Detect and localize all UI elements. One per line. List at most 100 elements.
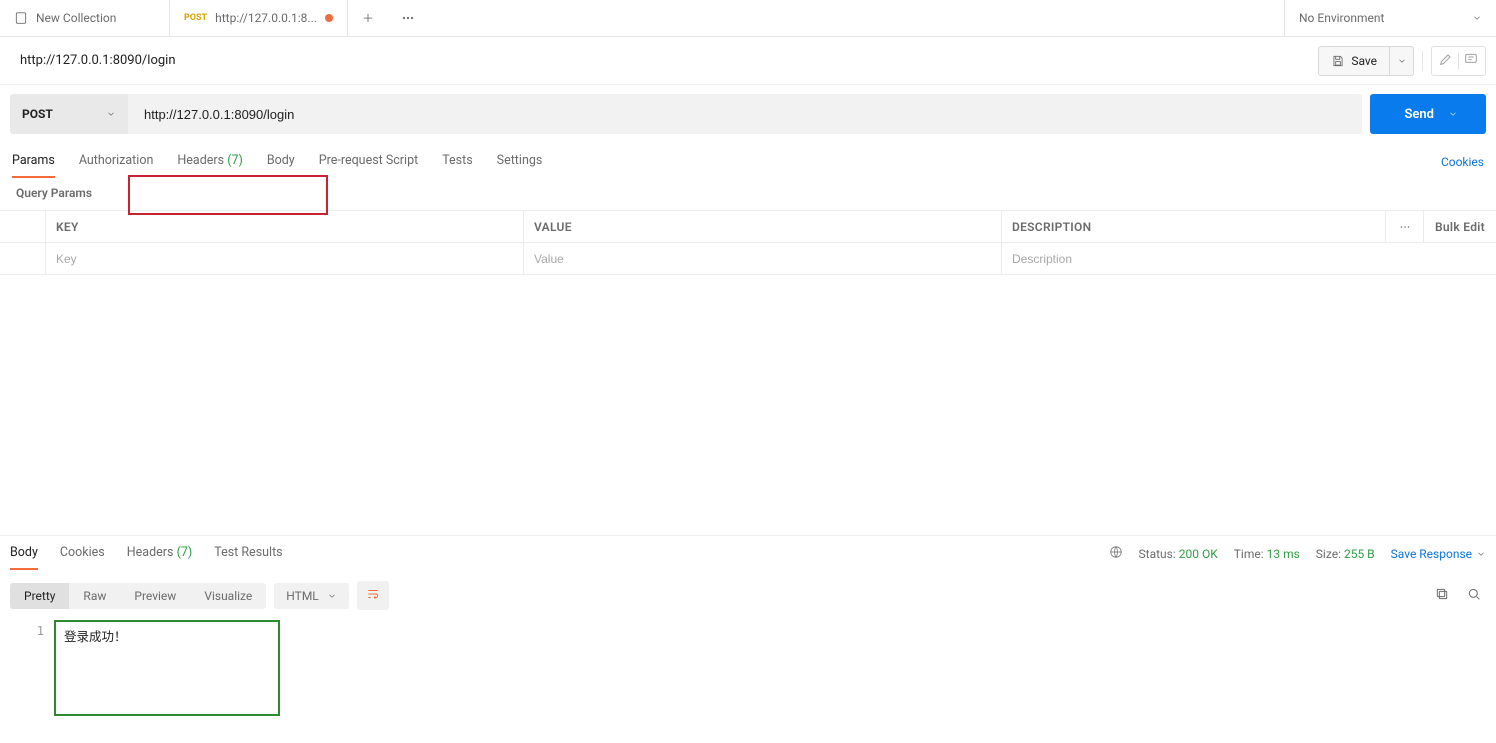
size-label: Size: xyxy=(1316,547,1341,561)
file-icon xyxy=(14,11,28,25)
param-value-input[interactable] xyxy=(534,252,991,266)
subtab-body[interactable]: Body xyxy=(267,145,295,178)
cookies-link[interactable]: Cookies xyxy=(1441,155,1484,169)
param-description-input[interactable] xyxy=(1012,252,1486,266)
url-row: POST Send xyxy=(0,85,1496,143)
response-meta: Status: 200 OK Time: 13 ms Size: 255 B S… xyxy=(1109,545,1486,562)
save-button[interactable]: Save xyxy=(1318,46,1390,76)
params-header-options[interactable] xyxy=(1386,211,1424,242)
tab-request-label: http://127.0.0.1:8... xyxy=(215,11,317,25)
params-table: KEY VALUE DESCRIPTION Bulk Edit xyxy=(0,210,1496,275)
request-name: http://127.0.0.1:8090/login xyxy=(20,53,176,68)
tab-add-button[interactable] xyxy=(348,0,388,36)
more-icon xyxy=(1398,220,1412,234)
copy-button[interactable] xyxy=(1430,582,1454,609)
response-body: 1 登录成功！ xyxy=(0,620,1496,726)
send-label: Send xyxy=(1404,107,1434,122)
view-visualize[interactable]: Visualize xyxy=(190,583,266,609)
time-label: Time: xyxy=(1234,547,1264,561)
save-response-button[interactable]: Save Response xyxy=(1391,547,1486,561)
line-number: 1 xyxy=(10,624,44,638)
params-header-key: KEY xyxy=(46,211,524,242)
response-tabs: Body Cookies Headers (7) Test Results St… xyxy=(0,535,1496,571)
method-value: POST xyxy=(22,107,53,121)
separator xyxy=(1458,53,1459,69)
resptab-headers[interactable]: Headers (7) xyxy=(127,537,192,570)
view-segment: Pretty Raw Preview Visualize xyxy=(10,583,266,609)
subtab-authorization[interactable]: Authorization xyxy=(79,145,154,178)
params-header-value: VALUE xyxy=(524,211,1002,242)
network-icon[interactable] xyxy=(1109,545,1123,562)
subtab-params[interactable]: Params xyxy=(12,145,55,178)
params-header-description: DESCRIPTION xyxy=(1002,211,1386,242)
save-options-button[interactable] xyxy=(1390,46,1414,76)
copy-icon xyxy=(1434,586,1450,602)
subtab-settings[interactable]: Settings xyxy=(497,145,543,178)
save-response-label: Save Response xyxy=(1391,547,1472,561)
size-group: Size: 255 B xyxy=(1316,547,1375,561)
chevron-down-icon xyxy=(1472,13,1482,23)
separator xyxy=(1422,51,1423,71)
view-raw[interactable]: Raw xyxy=(69,583,120,609)
language-select[interactable]: HTML xyxy=(274,583,349,609)
edit-group xyxy=(1431,46,1486,76)
response-line-1: 登录成功！ xyxy=(64,626,270,645)
language-value: HTML xyxy=(286,589,319,603)
time-group: Time: 13 ms xyxy=(1234,547,1300,561)
subtab-prerequest[interactable]: Pre-request Script xyxy=(319,145,418,178)
param-key-input[interactable] xyxy=(56,252,513,266)
query-params-heading: Query Params xyxy=(0,180,1496,210)
tab-collection[interactable]: New Collection xyxy=(0,0,170,36)
edit-button[interactable] xyxy=(1438,51,1454,70)
tab-method-badge: POST xyxy=(184,13,207,23)
save-label: Save xyxy=(1351,54,1377,68)
environment-picker[interactable]: No Environment xyxy=(1284,0,1496,36)
params-new-row xyxy=(0,243,1496,275)
method-select[interactable]: POST xyxy=(10,94,128,134)
response-toolbar: Pretty Raw Preview Visualize HTML xyxy=(0,571,1496,620)
pencil-icon xyxy=(1438,51,1454,67)
params-header-row: KEY VALUE DESCRIPTION Bulk Edit xyxy=(0,211,1496,243)
save-icon xyxy=(1331,54,1345,68)
resptab-headers-count: (7) xyxy=(177,545,193,560)
search-button[interactable] xyxy=(1462,582,1486,609)
line-gutter: 1 xyxy=(10,620,54,716)
response-code[interactable]: 登录成功！ xyxy=(54,620,280,716)
size-value: 255 B xyxy=(1344,547,1375,561)
resptab-headers-label: Headers xyxy=(127,545,174,560)
status-label: Status: xyxy=(1139,547,1176,561)
wrap-lines-button[interactable] xyxy=(357,581,389,610)
chevron-down-icon xyxy=(1476,549,1486,559)
params-row-handle[interactable] xyxy=(0,243,46,274)
params-header-handle xyxy=(0,211,46,242)
resptab-cookies[interactable]: Cookies xyxy=(60,537,105,570)
tab-overflow-button[interactable] xyxy=(388,0,428,36)
chevron-down-icon xyxy=(1397,56,1407,66)
subtab-headers[interactable]: Headers (7) xyxy=(177,145,242,178)
chevron-down-icon xyxy=(1448,109,1458,119)
comment-icon xyxy=(1463,51,1479,67)
time-value: 13 ms xyxy=(1267,547,1300,561)
titlebar: http://127.0.0.1:8090/login Save xyxy=(0,37,1496,85)
status-group: Status: 200 OK xyxy=(1139,547,1218,561)
view-pretty[interactable]: Pretty xyxy=(10,583,69,609)
wrap-icon xyxy=(365,587,381,601)
request-empty-space xyxy=(0,275,1496,535)
tab-collection-label: New Collection xyxy=(36,11,116,25)
view-preview[interactable]: Preview xyxy=(120,583,190,609)
resptab-testresults[interactable]: Test Results xyxy=(214,537,282,570)
resptab-body[interactable]: Body xyxy=(10,537,38,570)
tabstrip: New Collection POST http://127.0.0.1:8..… xyxy=(0,0,1496,37)
chevron-down-icon xyxy=(327,591,337,601)
status-value: 200 OK xyxy=(1179,547,1218,561)
subtab-tests[interactable]: Tests xyxy=(442,145,472,178)
comment-button[interactable] xyxy=(1463,51,1479,70)
subtab-headers-count: (7) xyxy=(227,153,243,168)
send-button[interactable]: Send xyxy=(1370,94,1486,134)
url-input[interactable] xyxy=(144,107,1346,122)
tab-request[interactable]: POST http://127.0.0.1:8... xyxy=(170,0,348,36)
search-icon xyxy=(1466,586,1482,602)
chevron-down-icon xyxy=(106,109,116,119)
bulk-edit-button[interactable]: Bulk Edit xyxy=(1424,211,1496,242)
request-subtabs: Params Authorization Headers (7) Body Pr… xyxy=(0,143,1496,180)
